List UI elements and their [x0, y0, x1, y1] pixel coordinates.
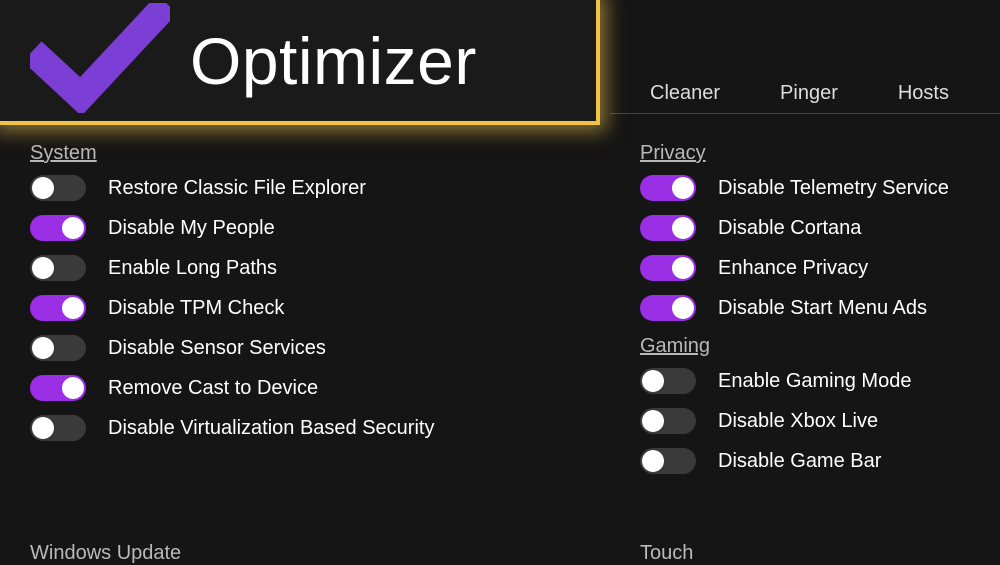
section-privacy-title: Privacy	[640, 142, 1000, 165]
opt-label: Disable TPM Check	[108, 297, 284, 320]
opt-label: Disable Game Bar	[718, 450, 881, 473]
checkmark-icon	[30, 3, 170, 118]
section-gaming-title: Gaming	[640, 335, 1000, 358]
options-area: System Restore Classic File Explorer Dis…	[30, 136, 1000, 563]
opt-label: Disable Virtualization Based Security	[108, 417, 434, 440]
opt-label: Disable Cortana	[718, 217, 861, 240]
toggle-disable-start-menu-ads[interactable]	[640, 295, 696, 321]
tab-hosts[interactable]: Hosts	[898, 82, 949, 105]
opt-disable-start-menu-ads: Disable Start Menu Ads	[640, 295, 1000, 321]
opt-enhance-privacy: Enhance Privacy	[640, 255, 1000, 281]
opt-label: Disable Sensor Services	[108, 337, 326, 360]
opt-disable-my-people: Disable My People	[30, 215, 640, 241]
opt-disable-sensor-services: Disable Sensor Services	[30, 335, 640, 361]
toggle-disable-sensor-services[interactable]	[30, 335, 86, 361]
toggle-enable-long-paths[interactable]	[30, 255, 86, 281]
opt-label: Disable Start Menu Ads	[718, 297, 927, 320]
toggle-disable-virtualization-based-security[interactable]	[30, 415, 86, 441]
opt-label: Enhance Privacy	[718, 257, 868, 280]
section-system-title: System	[30, 142, 640, 165]
section-windows-update-title: Windows Update	[30, 542, 181, 565]
opt-restore-classic-file-explorer: Restore Classic File Explorer	[30, 175, 640, 201]
tab-pinger[interactable]: Pinger	[780, 82, 838, 105]
toggle-disable-my-people[interactable]	[30, 215, 86, 241]
column-right: Privacy Disable Telemetry Service Disabl…	[640, 136, 1000, 563]
opt-label: Disable Telemetry Service	[718, 177, 949, 200]
opt-disable-cortana: Disable Cortana	[640, 215, 1000, 241]
opt-label: Remove Cast to Device	[108, 377, 318, 400]
app-title: Optimizer	[190, 23, 477, 99]
column-left: System Restore Classic File Explorer Dis…	[30, 136, 640, 563]
toggle-restore-classic-file-explorer[interactable]	[30, 175, 86, 201]
opt-label: Enable Long Paths	[108, 257, 277, 280]
opt-disable-tpm-check: Disable TPM Check	[30, 295, 640, 321]
toggle-disable-tpm-check[interactable]	[30, 295, 86, 321]
opt-label: Disable Xbox Live	[718, 410, 878, 433]
toggle-disable-cortana[interactable]	[640, 215, 696, 241]
opt-disable-telemetry-service: Disable Telemetry Service	[640, 175, 1000, 201]
toggle-disable-game-bar[interactable]	[640, 448, 696, 474]
opt-disable-virtualization-based-security: Disable Virtualization Based Security	[30, 415, 640, 441]
opt-label: Enable Gaming Mode	[718, 370, 911, 393]
opt-label: Restore Classic File Explorer	[108, 177, 366, 200]
opt-label: Disable My People	[108, 217, 275, 240]
toggle-disable-xbox-live[interactable]	[640, 408, 696, 434]
tab-strip: Cleaner Pinger Hosts	[610, 74, 1000, 114]
toggle-enable-gaming-mode[interactable]	[640, 368, 696, 394]
opt-enable-long-paths: Enable Long Paths	[30, 255, 640, 281]
opt-disable-game-bar: Disable Game Bar	[640, 448, 1000, 474]
toggle-disable-telemetry-service[interactable]	[640, 175, 696, 201]
app-banner: Optimizer	[0, 0, 600, 125]
tab-cleaner[interactable]: Cleaner	[650, 82, 720, 105]
section-touch-title: Touch	[640, 542, 693, 565]
toggle-remove-cast-to-device[interactable]	[30, 375, 86, 401]
opt-enable-gaming-mode: Enable Gaming Mode	[640, 368, 1000, 394]
opt-remove-cast-to-device: Remove Cast to Device	[30, 375, 640, 401]
opt-disable-xbox-live: Disable Xbox Live	[640, 408, 1000, 434]
toggle-enhance-privacy[interactable]	[640, 255, 696, 281]
